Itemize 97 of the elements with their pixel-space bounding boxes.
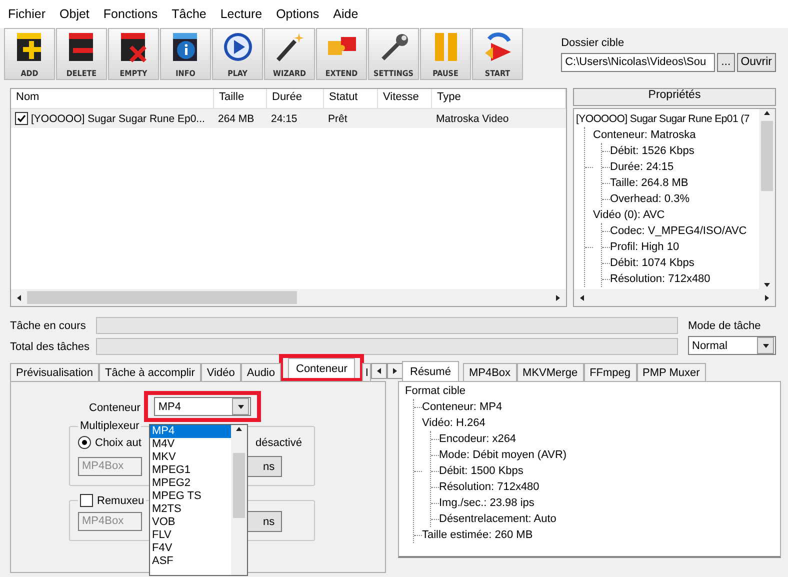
toolbar-button[interactable]: DELETE	[56, 28, 107, 80]
menu-item[interactable]: Objet	[54, 7, 96, 21]
table-cell: [YOOOOO] Sugar Sugar Rune Ep0...	[31, 112, 205, 124]
tree-item[interactable]: Codec: V_MPEG4/ISO/AVC	[610, 225, 747, 237]
tab-scroll-right-button[interactable]	[387, 363, 404, 379]
radio-button[interactable]	[78, 436, 91, 449]
tree-item[interactable]: Taille: 264.8 MB	[610, 177, 688, 189]
menu-item[interactable]: Lecture	[214, 7, 268, 21]
toolbar-button[interactable]: WIZARD	[264, 28, 315, 80]
toolbar-button[interactable]: EMPTY	[108, 28, 159, 80]
left-arrow-icon	[375, 367, 384, 375]
scroll-right-icon	[554, 294, 562, 302]
container-dropdown[interactable]: MP4	[154, 397, 252, 416]
dropdown-arrow-icon	[236, 402, 245, 410]
browse-button[interactable]: ...	[717, 52, 735, 72]
group-title: Multiplexeur	[80, 420, 140, 432]
menu-item[interactable]: Aide	[327, 7, 364, 21]
toolbar-button[interactable]: PAUSE	[420, 28, 471, 80]
scroll-left-icon	[15, 294, 23, 302]
table-cell: Prêt	[328, 112, 348, 124]
table-cell: 264 MB	[218, 112, 254, 124]
file-row[interactable]: [YOOOOO] Sugar Sugar Rune Ep0... 264 MB 24:15 Prêt Matroska Video	[11, 109, 566, 128]
task-mode-dropdown[interactable]: Normal	[688, 336, 776, 355]
column-header[interactable]: Vitesse	[378, 89, 432, 108]
tree-item[interactable]: [YOOOOO] Sugar Sugar Rune Ep01 (7	[576, 113, 750, 125]
checkbox[interactable]	[15, 112, 28, 125]
column-header[interactable]: Durée	[267, 89, 324, 108]
horizontal-scrollbar[interactable]	[574, 289, 775, 306]
tab-scroll-left-button[interactable]	[371, 363, 388, 379]
tree-item[interactable]: Taille estimée: 260 MB	[422, 529, 533, 541]
field-label: Mode de tâche	[688, 320, 762, 332]
tab[interactable]: FFmpeg	[584, 363, 637, 381]
column-header[interactable]: Nom	[11, 89, 214, 108]
scroll-left-icon	[578, 294, 586, 302]
tab[interactable]: Tâche à accomplir	[99, 363, 201, 381]
checkbox[interactable]	[80, 494, 93, 507]
horizontal-scrollbar[interactable]	[11, 289, 566, 306]
checkmark-icon	[17, 114, 26, 123]
group-title: Remuxeu	[97, 494, 144, 506]
tab[interactable]: Vidéo	[200, 363, 241, 381]
tree-item[interactable]: Désentrelacement: Auto	[439, 513, 556, 525]
scroll-right-icon	[763, 294, 771, 302]
field-label: Conteneur	[89, 402, 140, 414]
toolbar-button[interactable]: SETTINGS	[368, 28, 419, 80]
menu-item[interactable]: Fonctions	[97, 7, 164, 21]
right-arrow-icon	[391, 367, 400, 375]
tab[interactable]: MP4Box	[462, 363, 517, 381]
toolbar-button[interactable]: EXTEND	[316, 28, 367, 80]
tree-item[interactable]: Format cible	[405, 385, 466, 397]
radio-label: Choix aut	[95, 436, 142, 448]
field-label: Dossier cible	[561, 36, 626, 48]
toolbar-button[interactable]: PLAY	[212, 28, 263, 80]
table-cell: 24:15	[271, 112, 298, 124]
tree-item[interactable]: Résolution: 712x480	[610, 273, 710, 285]
tab[interactable]: Audio	[240, 363, 281, 381]
tree-item[interactable]: Encodeur: x264	[439, 433, 516, 445]
tab[interactable]: Conteneur	[288, 358, 356, 378]
column-header[interactable]: Taille	[214, 89, 267, 108]
dropdown-option[interactable]: MP4	[150, 425, 231, 438]
tree-item[interactable]: Résolution: 712x480	[439, 481, 540, 493]
tab[interactable]: I	[362, 363, 372, 381]
scroll-up-icon	[235, 425, 243, 433]
column-header[interactable]: Statut	[324, 89, 378, 108]
dropdown-arrow-icon	[762, 342, 770, 350]
tab[interactable]: PMP Muxer	[636, 363, 706, 381]
open-button[interactable]: Ouvrir	[736, 52, 776, 72]
progress-label: Total des tâches	[10, 340, 90, 352]
menu-item[interactable]: Options	[270, 7, 326, 21]
column-header[interactable]: Type	[432, 89, 566, 108]
panel-title: Propriétés	[573, 88, 776, 106]
tree-item[interactable]: Conteneur: MP4	[422, 401, 502, 413]
tab[interactable]: Résumé	[402, 361, 459, 381]
tree-item[interactable]: Débit: 1526 Kbps	[610, 145, 694, 157]
tree-item[interactable]: Mode: Débit moyen (AVR)	[439, 449, 567, 461]
progress-label: Tâche en cours	[10, 320, 87, 332]
tree-item[interactable]: Img./sec.: 23.98 ips	[439, 497, 534, 509]
tree-item[interactable]: Vidéo (0): AVC	[593, 209, 665, 221]
toolbar-button[interactable]: ADD	[4, 28, 55, 80]
tab[interactable]: MKVMerge	[516, 363, 584, 381]
vertical-scrollbar[interactable]	[759, 109, 775, 289]
tree-item[interactable]: Durée: 24:15	[610, 161, 674, 173]
tree-item[interactable]: Vidéo: H.264	[422, 417, 486, 429]
vertical-scrollbar[interactable]	[231, 425, 247, 575]
menu-item[interactable]: Tâche	[166, 7, 212, 21]
tree-item[interactable]: Débit: 1074 Kbps	[610, 257, 694, 269]
menu-item[interactable]: Fichier	[2, 7, 52, 21]
tree-item[interactable]: Overhead: 0.3%	[610, 193, 690, 205]
tab[interactable]: Prévisualisation	[10, 363, 100, 381]
radio-label: désactivé	[255, 436, 302, 448]
scroll-up-icon	[763, 109, 771, 117]
tree-item[interactable]: Débit: 1500 Kbps	[439, 465, 524, 477]
table-cell: Matroska Video	[436, 112, 509, 124]
folder-field[interactable]: C:\Users\Nicolas\Videos\Sou	[561, 52, 716, 72]
toolbar-button[interactable]: START	[472, 28, 523, 80]
tree-item[interactable]: Profil: High 10	[610, 241, 680, 253]
toolbar-button[interactable]: INFO	[160, 28, 211, 80]
tree-item[interactable]: Conteneur: Matroska	[593, 129, 696, 141]
